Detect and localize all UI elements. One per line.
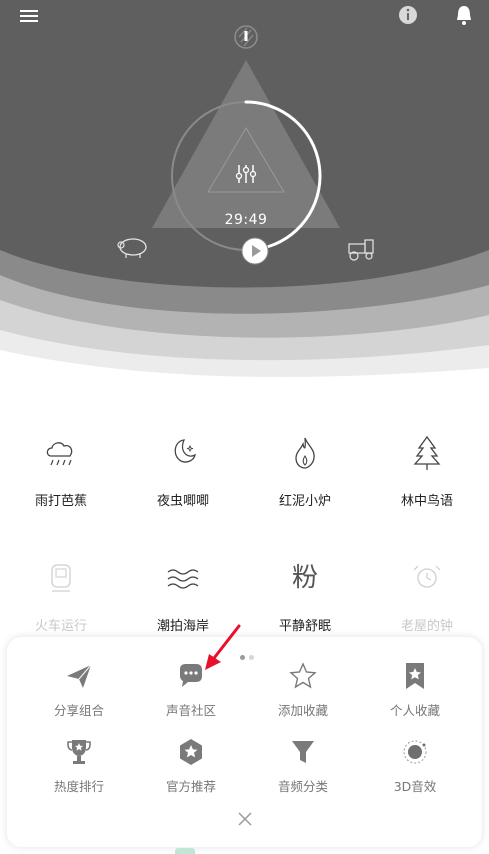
close-button[interactable]: [235, 809, 255, 829]
menu-label: 个人收藏: [389, 703, 440, 718]
play-icon: [241, 237, 269, 265]
hexagon-star-icon: [180, 739, 202, 765]
menu-label: 热度排行: [53, 779, 104, 794]
play-button[interactable]: [240, 236, 270, 266]
3d-sound-effect-button[interactable]: 3D音效: [359, 737, 471, 797]
add-favorite-button[interactable]: 添加收藏: [247, 661, 359, 721]
menu-label: 声音社区: [165, 703, 216, 718]
page-dot: [249, 655, 254, 660]
hamburger-menu-icon: [20, 10, 38, 22]
sound-grid-row-1: 雨打芭蕉 夜虫唧唧 红泥小炉 林中鸟语: [0, 434, 489, 544]
flame-icon: [295, 437, 315, 469]
close-icon: [238, 812, 252, 826]
bottom-indicator: [175, 848, 195, 854]
bookmark-star-icon: [406, 663, 424, 689]
menu-label: 分享组合: [53, 703, 104, 718]
official-picks-button[interactable]: 官方推荐: [135, 737, 247, 797]
star-icon: [289, 662, 317, 689]
3d-sound-icon: [403, 740, 427, 764]
rain-cloud-icon: [46, 442, 73, 466]
sheep-icon: [117, 238, 147, 258]
menu-button[interactable]: [16, 4, 44, 26]
menu-label: 音频分类: [277, 779, 328, 794]
sound-label: 雨打芭蕉: [34, 494, 87, 509]
sound-label: 平静舒眠: [278, 619, 331, 634]
info-button[interactable]: [396, 3, 420, 27]
mode-toggle-button[interactable]: [231, 22, 261, 52]
filter-icon: [292, 741, 314, 763]
annotation-arrow-icon: [205, 624, 241, 670]
moon-stars-icon: [174, 439, 196, 463]
trophy-icon: [67, 740, 91, 764]
equalizer-icon: [235, 165, 257, 183]
menu-label: 添加收藏: [277, 703, 328, 718]
paper-plane-icon: [67, 664, 92, 688]
share-combo-button[interactable]: 分享组合: [23, 661, 135, 721]
sound-label: 老屋的钟: [400, 619, 453, 634]
info-icon: [399, 6, 417, 24]
sound-label: 林中鸟语: [400, 494, 453, 509]
tractor-icon: [348, 239, 374, 261]
bell-icon: [457, 6, 471, 25]
right-scene-button[interactable]: [344, 236, 378, 262]
sound-item-insects[interactable]: 夜虫唧唧: [122, 434, 244, 534]
powder-glyph-icon: 粉: [291, 563, 318, 593]
equalizer-button[interactable]: [232, 160, 260, 188]
sound-item-birds[interactable]: 林中鸟语: [366, 434, 488, 534]
train-icon: [51, 564, 71, 592]
sound-item-rain[interactable]: 雨打芭蕉: [0, 434, 122, 534]
sound-item-stove[interactable]: 红泥小炉: [244, 434, 366, 534]
player-hero: 29:49: [0, 0, 489, 380]
audio-category-button[interactable]: 音频分类: [247, 737, 359, 797]
clock-icon: [413, 565, 441, 588]
pine-tree-icon: [413, 435, 441, 470]
sound-label: 夜虫唧唧: [156, 494, 209, 509]
popularity-ranking-button[interactable]: 热度排行: [23, 737, 135, 797]
sound-label: 红泥小炉: [278, 494, 331, 509]
moon-stripes-icon: [234, 25, 258, 49]
menu-label: 3D音效: [393, 779, 437, 794]
menu-label: 官方推荐: [165, 779, 216, 794]
left-scene-button[interactable]: [114, 234, 152, 260]
timer-display: 29:49: [224, 212, 268, 228]
notification-button[interactable]: [452, 3, 476, 27]
my-favorites-button[interactable]: 个人收藏: [359, 661, 471, 721]
waves-icon: [167, 569, 199, 589]
sound-label: 火车运行: [34, 619, 87, 634]
